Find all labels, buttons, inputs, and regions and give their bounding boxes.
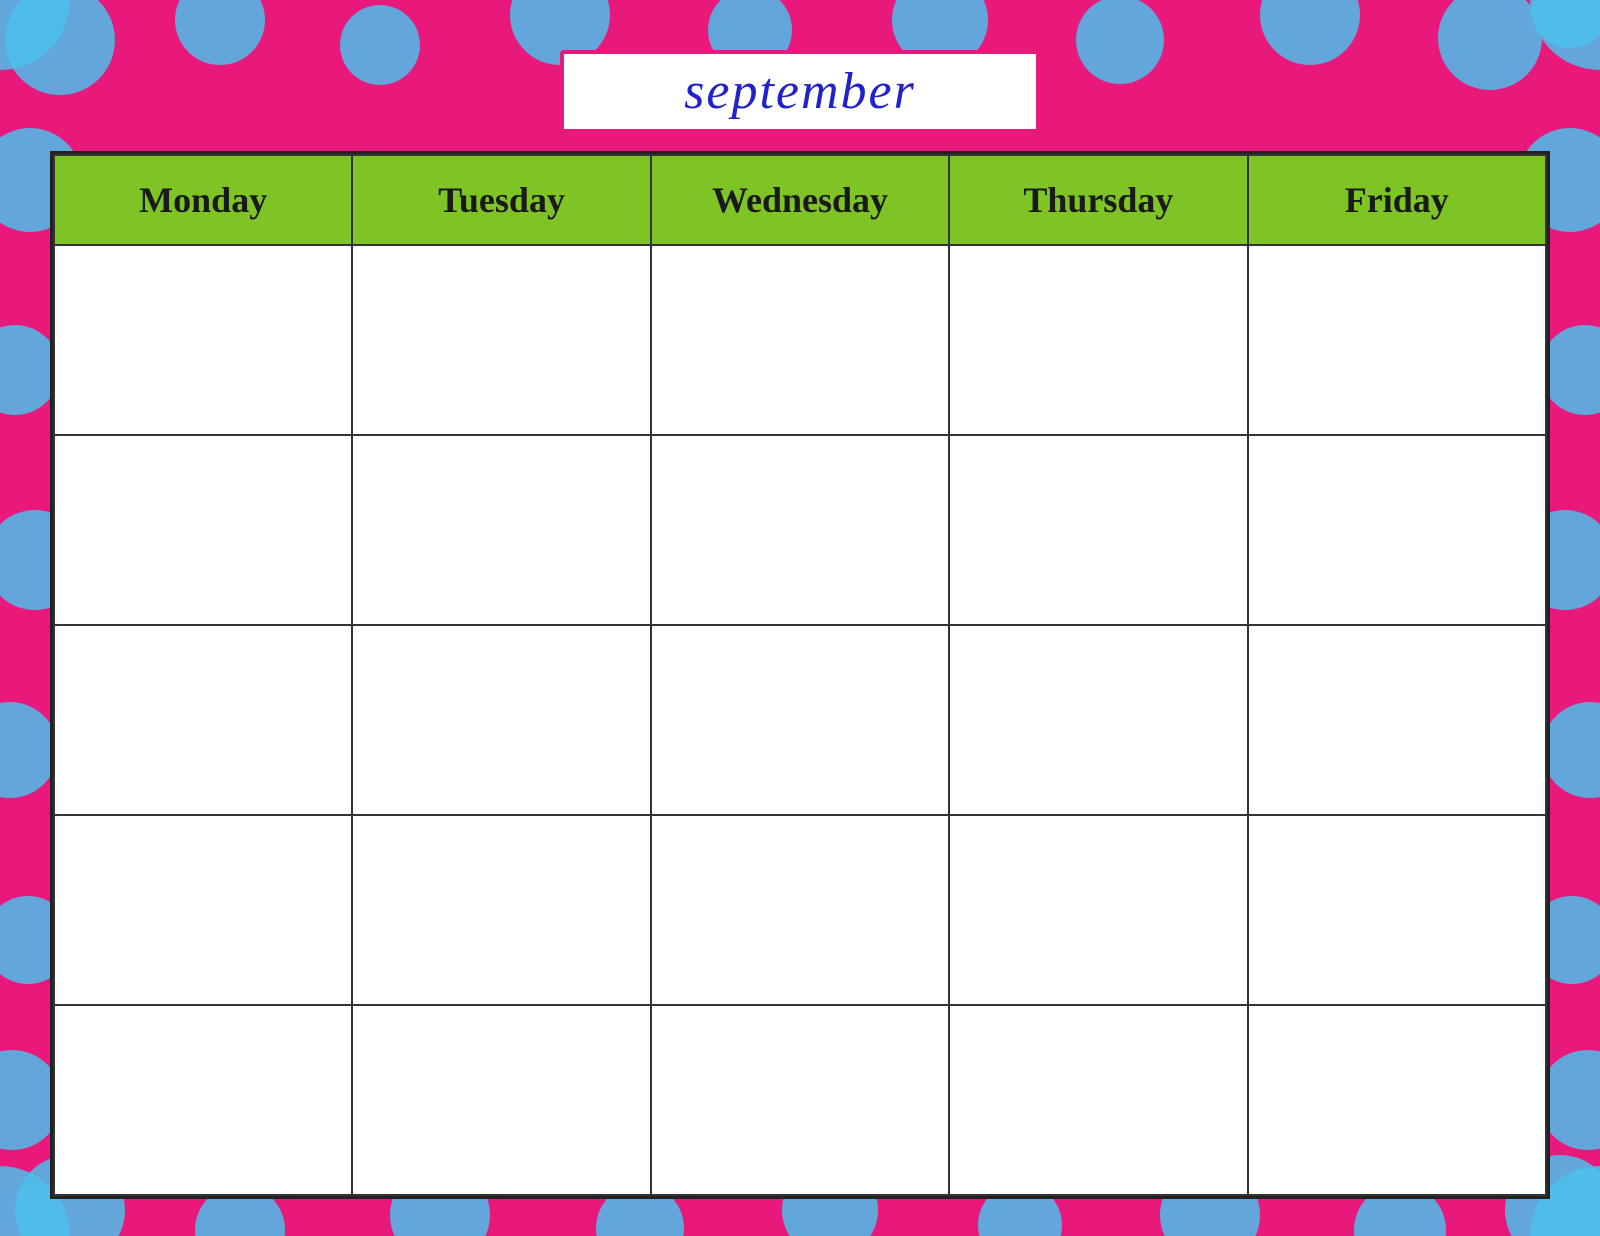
- cell-r4-mon[interactable]: [54, 815, 352, 1005]
- calendar-row-2: [54, 435, 1546, 625]
- cell-r3-tue[interactable]: [352, 625, 650, 815]
- cell-r4-thu[interactable]: [949, 815, 1247, 1005]
- cell-r2-fri[interactable]: [1248, 435, 1546, 625]
- cell-r5-mon[interactable]: [54, 1005, 352, 1195]
- cell-r1-fri[interactable]: [1248, 245, 1546, 435]
- calendar-row-1: [54, 245, 1546, 435]
- header-tuesday: Tuesday: [352, 155, 650, 245]
- cell-r4-wed[interactable]: [651, 815, 949, 1005]
- cell-r5-tue[interactable]: [352, 1005, 650, 1195]
- cell-r1-thu[interactable]: [949, 245, 1247, 435]
- cell-r5-fri[interactable]: [1248, 1005, 1546, 1195]
- cell-r1-mon[interactable]: [54, 245, 352, 435]
- cell-r1-wed[interactable]: [651, 245, 949, 435]
- month-title: september: [684, 63, 916, 120]
- cell-r1-tue[interactable]: [352, 245, 650, 435]
- calendar-table-container: Monday Tuesday Wednesday Thursday Friday: [50, 151, 1550, 1199]
- calendar-table: Monday Tuesday Wednesday Thursday Friday: [53, 154, 1547, 1196]
- cell-r2-mon[interactable]: [54, 435, 352, 625]
- header-monday: Monday: [54, 155, 352, 245]
- cell-r5-wed[interactable]: [651, 1005, 949, 1195]
- cell-r5-thu[interactable]: [949, 1005, 1247, 1195]
- cell-r3-wed[interactable]: [651, 625, 949, 815]
- calendar-row-5: [54, 1005, 1546, 1195]
- cell-r2-tue[interactable]: [352, 435, 650, 625]
- cell-r3-fri[interactable]: [1248, 625, 1546, 815]
- header-thursday: Thursday: [949, 155, 1247, 245]
- cell-r3-mon[interactable]: [54, 625, 352, 815]
- cell-r4-fri[interactable]: [1248, 815, 1546, 1005]
- month-title-container: september: [560, 50, 1040, 133]
- cell-r2-wed[interactable]: [651, 435, 949, 625]
- header-friday: Friday: [1248, 155, 1546, 245]
- cell-r3-thu[interactable]: [949, 625, 1247, 815]
- cell-r2-thu[interactable]: [949, 435, 1247, 625]
- cell-r4-tue[interactable]: [352, 815, 650, 1005]
- calendar-row-4: [54, 815, 1546, 1005]
- header-row: Monday Tuesday Wednesday Thursday Friday: [54, 155, 1546, 245]
- calendar-row-3: [54, 625, 1546, 815]
- header-wednesday: Wednesday: [651, 155, 949, 245]
